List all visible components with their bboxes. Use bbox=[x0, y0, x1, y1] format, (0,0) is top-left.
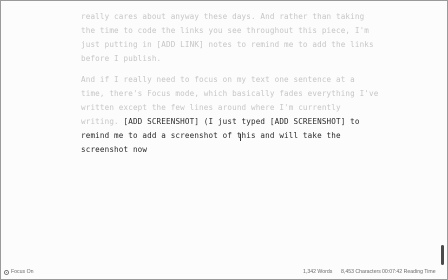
focus-mode-toggle[interactable]: Focus On bbox=[4, 269, 34, 275]
text-cursor-icon: I bbox=[239, 133, 243, 144]
text-line: really cares about anyway these days. An… bbox=[81, 12, 365, 21]
text-line: written except the few lines around wher… bbox=[81, 103, 341, 112]
text-line: time, there's Focus mode, which basicall… bbox=[81, 89, 379, 98]
focused-text-line: screenshot now bbox=[81, 145, 148, 154]
paragraph-2: And if I really need to focus on my text… bbox=[81, 73, 378, 157]
text-line: And if I really need to focus on my text… bbox=[81, 75, 355, 84]
word-count[interactable]: 1,342 Words bbox=[303, 269, 332, 275]
status-bar: Focus On 1,342 Words 8,453 Characters 00… bbox=[1, 265, 447, 279]
focus-mode-label: Focus On bbox=[11, 269, 34, 275]
faded-text: writing. bbox=[81, 117, 124, 126]
text-line: just putting in [ADD LINK] notes to remi… bbox=[81, 40, 374, 49]
focus-icon bbox=[4, 269, 9, 275]
text-line: before I publish. bbox=[81, 54, 162, 63]
character-count[interactable]: 8,453 Characters bbox=[341, 269, 381, 275]
reading-time[interactable]: 00:07:42 Reading Time bbox=[382, 269, 436, 275]
focused-text: [ADD SCREENSHOT] (I just typed [ADD SCRE… bbox=[123, 117, 360, 126]
faded-paragraph-1: really cares about anyway these days. An… bbox=[81, 10, 374, 66]
mixed-text-line: writing. [ADD SCREENSHOT] (I just typed … bbox=[81, 115, 378, 129]
app-window: really cares about anyway these days. An… bbox=[0, 0, 448, 280]
text-editor[interactable]: really cares about anyway these days. An… bbox=[81, 1, 381, 263]
focused-text-line: remind me to add a screenshot of this an… bbox=[81, 131, 341, 140]
scrollbar-thumb[interactable] bbox=[441, 245, 444, 265]
text-line: the time to code the links you see throu… bbox=[81, 26, 370, 35]
